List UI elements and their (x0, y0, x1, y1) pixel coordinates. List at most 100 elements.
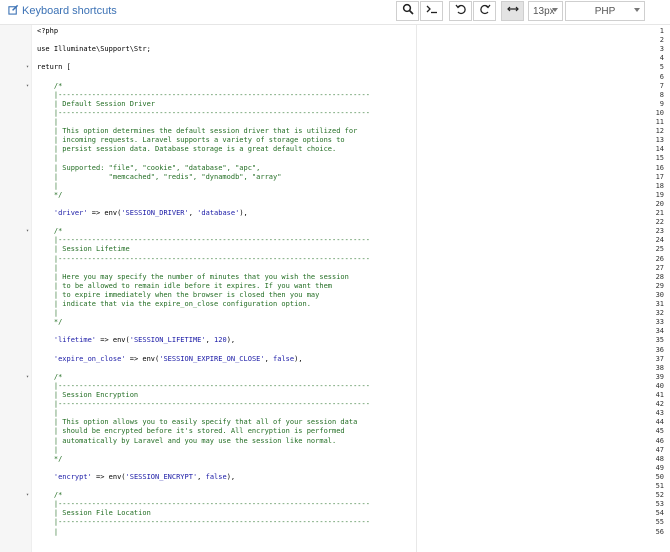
mode-select[interactable]: PHP (565, 1, 645, 21)
code-line[interactable]: | (37, 528, 58, 537)
code-line[interactable]: | "memcached", "redis", "dynamodb", "arr… (37, 173, 282, 182)
code-line[interactable]: |---------------------------------------… (37, 500, 370, 509)
line-number: 20 (655, 199, 664, 208)
code-line[interactable]: | Default Session Driver (37, 100, 155, 109)
line-number: 40 (655, 381, 664, 390)
terminal-button[interactable] (420, 1, 443, 21)
line-number: 54 (655, 509, 664, 518)
font-size-select[interactable]: 13px (528, 1, 563, 21)
chevron-down-icon (552, 8, 558, 12)
code-line[interactable]: /* (37, 227, 62, 236)
print-margin (416, 25, 417, 552)
code-line[interactable]: | This option determines the default ses… (37, 127, 357, 136)
code-line[interactable]: */ (37, 191, 62, 200)
code-line[interactable]: 'lifetime' => env('SESSION_LIFETIME', 12… (37, 336, 235, 345)
line-number: 47 (655, 445, 664, 454)
line-number: 32 (655, 309, 664, 318)
line-number: 39 (655, 372, 664, 381)
fold-toggle-icon[interactable]: ▾ (26, 63, 29, 72)
code-line[interactable]: |---------------------------------------… (37, 255, 370, 264)
code-line[interactable]: | indicate that via the expire_on_close … (37, 300, 311, 309)
line-number: 17 (655, 172, 664, 181)
code-line[interactable]: 'encrypt' => env('SESSION_ENCRYPT', fals… (37, 473, 235, 482)
code-line[interactable]: 'driver' => env('SESSION_DRIVER', 'datab… (37, 209, 248, 218)
code-line[interactable]: | (37, 182, 58, 191)
undo-button[interactable] (449, 1, 472, 21)
fold-toggle-icon[interactable]: ▾ (26, 227, 29, 236)
code-line[interactable]: | (37, 309, 58, 318)
line-number: 37 (655, 354, 664, 363)
line-number: 43 (655, 409, 664, 418)
code-line[interactable]: | (37, 409, 58, 418)
line-number: 35 (655, 336, 664, 345)
code-line[interactable]: |---------------------------------------… (37, 236, 370, 245)
mode-value: PHP (594, 5, 616, 17)
arrows-horizontal-icon (506, 2, 519, 20)
undo-icon (454, 2, 467, 20)
terminal-icon (426, 2, 438, 20)
search-icon (402, 2, 414, 20)
chevron-down-icon (634, 8, 640, 12)
line-number: 9 (659, 99, 664, 108)
code-line[interactable]: |---------------------------------------… (37, 109, 370, 118)
code-line[interactable]: | (37, 118, 58, 127)
fold-toggle-icon[interactable]: ▾ (26, 82, 29, 91)
code-line[interactable]: */ (37, 455, 62, 464)
fold-toggle-icon[interactable]: ▾ (26, 491, 29, 500)
code-line[interactable]: |---------------------------------------… (37, 91, 370, 100)
code-line[interactable]: | (37, 154, 58, 163)
code-line[interactable]: |---------------------------------------… (37, 400, 370, 409)
line-number: 56 (655, 527, 664, 536)
line-number: 38 (655, 363, 664, 372)
code-line[interactable]: | automatically by Laravel and you may u… (37, 437, 336, 446)
word-wrap-toggle[interactable] (501, 1, 524, 21)
code-line[interactable]: | should be encrypted before it's stored… (37, 427, 345, 436)
line-number: 49 (655, 463, 664, 472)
code-line[interactable]: /* (37, 82, 62, 91)
code-line[interactable]: <?php (37, 27, 58, 36)
line-number: 23 (655, 227, 664, 236)
code-line[interactable]: | to be allowed to remain idle before it… (37, 282, 332, 291)
code-line[interactable]: */ (37, 318, 62, 327)
code-line[interactable]: |---------------------------------------… (37, 518, 370, 527)
line-number: 4 (659, 54, 664, 63)
redo-button[interactable] (473, 1, 496, 21)
search-button[interactable] (396, 1, 419, 21)
code-line[interactable]: | Supported: "file", "cookie", "database… (37, 164, 261, 173)
code-line[interactable]: use Illuminate\Support\Str; (37, 45, 151, 54)
line-number: 15 (655, 154, 664, 163)
code-line[interactable]: | Session Lifetime (37, 245, 130, 254)
code-line[interactable]: | Session Encryption (37, 391, 138, 400)
code-line[interactable]: | to expire immediately when the browser… (37, 291, 320, 300)
line-number: 29 (655, 281, 664, 290)
line-number: 44 (655, 418, 664, 427)
code-line[interactable]: | incoming requests. Laravel supports a … (37, 136, 345, 145)
line-number: 16 (655, 163, 664, 172)
edit-icon (8, 4, 19, 18)
code-line[interactable]: /* (37, 373, 62, 382)
line-number: 21 (655, 209, 664, 217)
line-number: 14 (655, 145, 664, 154)
line-number: 7 (659, 81, 664, 90)
code-line[interactable]: | persist session data. Database storage… (37, 145, 336, 154)
line-number: 22 (655, 218, 664, 227)
code-line[interactable]: |---------------------------------------… (37, 382, 370, 391)
code-line[interactable]: | Session File Location (37, 509, 151, 518)
code-line[interactable]: | (37, 446, 58, 455)
code-line[interactable]: | Here you may specify the number of min… (37, 273, 349, 282)
code-line[interactable]: return [ (37, 63, 71, 72)
line-number: 27 (655, 263, 664, 272)
fold-toggle-icon[interactable]: ▾ (26, 373, 29, 382)
code-line[interactable]: | This option allows you to easily speci… (37, 418, 357, 427)
code-editor[interactable]: 1 <?php 2 3 use Illuminate\Support\Str; 4 5 ▾ re… (0, 24, 670, 552)
line-number: 52 (655, 491, 664, 500)
code-line[interactable]: 'expire_on_close' => env('SESSION_EXPIRE… (37, 355, 303, 364)
line-number: 6 (659, 72, 664, 81)
toolbar: Keyboard shortcuts 13px PHP (0, 0, 670, 24)
keyboard-shortcuts-link[interactable]: Keyboard shortcuts (8, 4, 117, 18)
line-number: 8 (659, 90, 664, 99)
code-line[interactable]: | (37, 264, 58, 273)
line-number: 33 (655, 318, 664, 327)
code-line[interactable]: /* (37, 491, 62, 500)
line-number: 53 (655, 500, 664, 509)
